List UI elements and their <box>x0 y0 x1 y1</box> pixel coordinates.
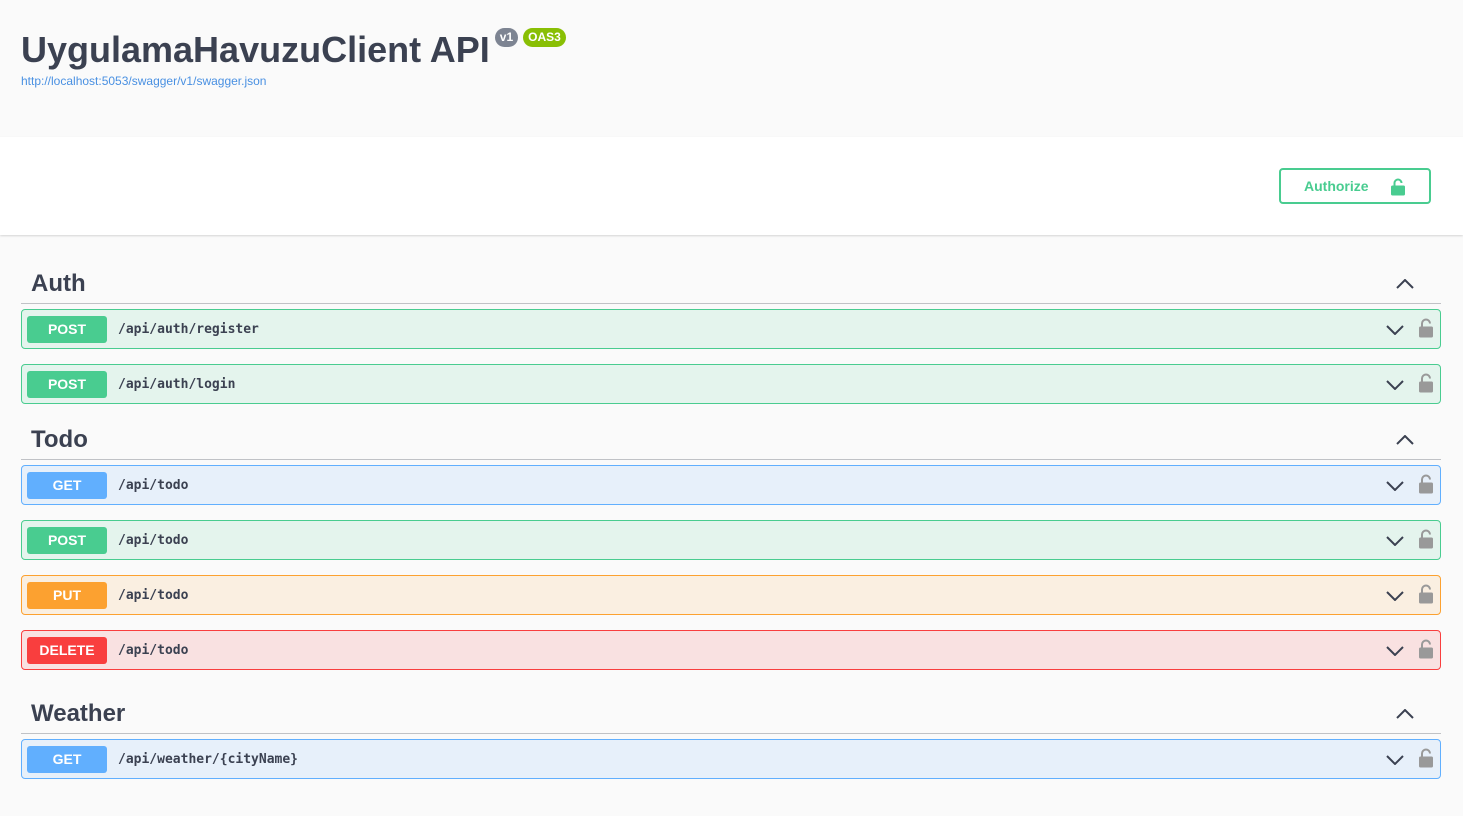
spec-url-link[interactable]: http://localhost:5053/swagger/v1/swagger… <box>21 74 266 88</box>
operations-group: POST/api/auth/register POST/api/auth/logi… <box>21 304 1441 404</box>
method-badge: POST <box>27 526 107 554</box>
unlocked-padlock-icon[interactable] <box>1418 584 1434 609</box>
title-row: UygulamaHavuzuClient API v1 OAS3 <box>21 26 1463 72</box>
unlocked-padlock-icon[interactable] <box>1418 529 1434 554</box>
chevron-down-icon[interactable] <box>1386 322 1404 340</box>
unlocked-padlock-icon[interactable] <box>1418 639 1434 664</box>
chevron-up-icon[interactable] <box>1396 279 1414 289</box>
operation-path: /api/todo <box>118 532 189 548</box>
operation-post-row[interactable]: POST/api/todo <box>21 520 1441 560</box>
tag-header-auth[interactable]: Auth <box>21 265 1441 304</box>
chevron-down-icon[interactable] <box>1386 377 1404 395</box>
operation-get-row[interactable]: GET/api/todo <box>21 465 1441 505</box>
oas-badge: OAS3 <box>523 28 566 47</box>
operation-path: /api/auth/login <box>118 376 236 392</box>
operation-path: /api/todo <box>118 477 189 493</box>
chevron-down-icon[interactable] <box>1386 643 1404 661</box>
operation-get-row[interactable]: GET/api/weather/{cityName} <box>21 739 1441 779</box>
unlocked-padlock-icon[interactable] <box>1418 318 1434 343</box>
chevron-down-icon[interactable] <box>1386 533 1404 551</box>
method-badge: PUT <box>27 581 107 609</box>
operation-path: /api/todo <box>118 642 189 658</box>
operation-put-row[interactable]: PUT/api/todo <box>21 575 1441 615</box>
chevron-down-icon[interactable] <box>1386 752 1404 770</box>
tag-name: Auth <box>31 270 86 297</box>
unlocked-padlock-icon[interactable] <box>1418 474 1434 499</box>
tag-name: Todo <box>31 425 88 453</box>
authorize-button[interactable]: Authorize <box>1279 168 1431 204</box>
api-title: UygulamaHavuzuClient API <box>21 29 490 70</box>
chevron-down-icon[interactable] <box>1386 588 1404 606</box>
unlocked-padlock-icon <box>1391 178 1405 196</box>
method-badge: GET <box>27 745 107 773</box>
tag-section-weather: Weather GET/api/weather/{cityName} <box>21 694 1441 779</box>
operation-post-row[interactable]: POST/api/auth/login <box>21 364 1441 404</box>
tag-header-todo[interactable]: Todo <box>21 420 1441 460</box>
method-badge: POST <box>27 370 107 398</box>
version-badge: v1 <box>494 28 519 47</box>
tag-section-todo: Todo GET/api/todo POST/api/todo PUT/api/tod… <box>21 420 1441 670</box>
tag-header-weather[interactable]: Weather <box>21 694 1441 734</box>
unlocked-padlock-icon[interactable] <box>1418 748 1434 773</box>
unlocked-padlock-icon[interactable] <box>1418 373 1434 398</box>
chevron-up-icon[interactable] <box>1396 434 1414 445</box>
method-badge: POST <box>27 315 107 343</box>
operation-path: /api/auth/register <box>118 321 259 337</box>
api-info: UygulamaHavuzuClient API v1 OAS3 http://… <box>0 0 1463 137</box>
operation-path: /api/todo <box>118 587 189 603</box>
scheme-container: Authorize <box>0 137 1463 235</box>
operation-post-row[interactable]: POST/api/auth/register <box>21 309 1441 349</box>
tag-name: Weather <box>31 699 126 727</box>
authorize-label: Authorize <box>1304 178 1369 194</box>
operations-group: GET/api/todo POST/api/todo PUT/api/todo DEL… <box>21 460 1441 670</box>
operation-path: /api/weather/{cityName} <box>118 751 299 767</box>
operation-delete-row[interactable]: DELETE/api/todo <box>21 630 1441 670</box>
operations-list: Auth POST/api/auth/register POST/api/auth/… <box>0 265 1463 779</box>
method-badge: GET <box>27 471 107 499</box>
tag-section-auth: Auth POST/api/auth/register POST/api/auth/… <box>21 265 1441 404</box>
chevron-down-icon[interactable] <box>1386 478 1404 496</box>
chevron-up-icon[interactable] <box>1396 708 1414 719</box>
operations-group: GET/api/weather/{cityName} <box>21 734 1441 779</box>
method-badge: DELETE <box>27 636 107 664</box>
